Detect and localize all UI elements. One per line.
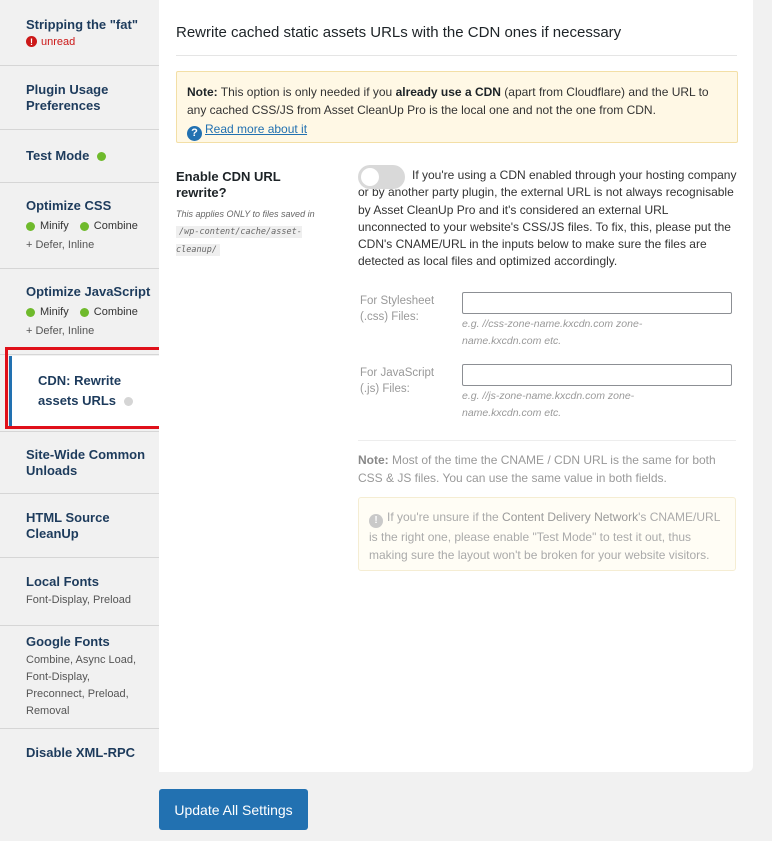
- cdn-rewrite-toggle[interactable]: [358, 165, 405, 189]
- note2-text: Most of the time the CNAME / CDN URL is …: [358, 453, 716, 485]
- feature-combine: Combine: [79, 304, 138, 321]
- cdn-rewrite-label: CDN: Rewrite assets URLs: [38, 373, 122, 408]
- sidebar-item-label: Optimize JavaScript: [26, 283, 151, 299]
- info-bold: Content Delivery Network: [502, 510, 639, 524]
- note-bold: already use a CDN: [395, 85, 501, 99]
- sidebar-item-site-wide-unloads[interactable]: Site-Wide Common Unloads: [0, 431, 159, 494]
- sidebar-item-local-fonts[interactable]: Local Fonts Font-Display, Preload: [0, 558, 159, 626]
- read-more-row: ? Read more about it: [187, 120, 727, 141]
- sidebar-item-label: Local Fonts: [26, 574, 99, 589]
- sidebar-item-test-mode[interactable]: Test Mode: [0, 130, 159, 183]
- cache-path-code: /wp-content/cache/asset-cleanup/: [176, 226, 302, 256]
- js-cdn-input[interactable]: [462, 364, 732, 386]
- sidebar-item-label: Optimize CSS: [26, 197, 112, 213]
- sidebar-item-disable-xmlrpc[interactable]: Disable XML-RPC: [0, 729, 159, 777]
- js-cdn-hint: e.g. //js-zone-name.kxcdn.com zone-name.…: [462, 390, 635, 419]
- divider: [358, 440, 736, 441]
- note-label: Note:: [187, 85, 218, 99]
- test-mode-info-box: ! If you're unsure if the Content Deliver…: [358, 497, 736, 571]
- sidebar-item-optimize-js[interactable]: Optimize JavaScript Minify Combine + Def…: [0, 269, 159, 355]
- cdn-note-box: Note: This option is only needed if you …: [176, 71, 738, 143]
- divider: [176, 55, 737, 56]
- js-cdn-label: For JavaScript (.js) Files:: [360, 367, 435, 395]
- cdn-rewrite-field-label: Enable CDN URL rewrite?: [176, 169, 281, 200]
- sidebar-item-google-fonts[interactable]: Google Fonts Combine, Async Load, Font-D…: [0, 626, 159, 729]
- feature-combine: Combine: [79, 218, 138, 235]
- status-dot-green: [96, 152, 106, 162]
- sidebar-item-sub: Font-Display, Preload: [26, 594, 131, 606]
- settings-panel: Rewrite cached static assets URLs with t…: [159, 0, 753, 772]
- sidebar-item-label: Disable XML-RPC: [26, 745, 136, 760]
- sidebar-item-label: Google Fonts: [26, 634, 110, 649]
- unread-label: unread: [41, 35, 76, 48]
- sidebar-item-sub: + Defer, Inline: [26, 238, 95, 251]
- status-dot-grey: [123, 397, 133, 407]
- status-dot-green: [79, 221, 89, 231]
- info-icon: !: [369, 514, 383, 528]
- same-value-note: Note: Most of the time the CNAME / CDN U…: [358, 451, 738, 487]
- sidebar-item-label: HTML Source CleanUp: [26, 509, 110, 541]
- status-dot-green: [26, 307, 35, 317]
- note2-label: Note:: [358, 453, 389, 467]
- feature-list: Minify Combine: [26, 218, 151, 237]
- sidebar-item-cdn-rewrite[interactable]: CDN: Rewrite assets URLs: [9, 356, 161, 426]
- sidebar-item-html-cleanup[interactable]: HTML Source CleanUp: [0, 494, 159, 558]
- css-cdn-input[interactable]: [462, 292, 732, 314]
- feature-label: Combine: [93, 219, 138, 232]
- status-dot-green: [79, 307, 89, 317]
- page-title: Rewrite cached static assets URLs with t…: [176, 24, 622, 41]
- test-mode-label: Test Mode: [26, 148, 90, 163]
- css-cdn-hint: e.g. //css-zone-name.kxcdn.com zone-name…: [462, 318, 643, 347]
- toggle-knob: [361, 168, 379, 186]
- sidebar-item-plugin-usage[interactable]: Plugin Usage Preferences: [0, 66, 159, 130]
- alert-icon: !: [26, 36, 37, 47]
- feature-label: Minify: [40, 219, 69, 232]
- sidebar-item-stripping-fat[interactable]: Stripping the "fat" ! unread: [0, 0, 159, 66]
- sidebar-item-sub: + Defer, Inline: [26, 324, 95, 337]
- feature-label: Combine: [93, 305, 138, 318]
- css-cdn-label: For Stylesheet (.css) Files:: [360, 295, 435, 323]
- sidebar-item-optimize-css[interactable]: Optimize CSS Minify Combine + Defer, Inl…: [0, 183, 159, 269]
- cdn-rewrite-label-column: Enable CDN URL rewrite? This applies ONL…: [176, 169, 316, 259]
- read-more-link[interactable]: Read more about it: [205, 122, 307, 136]
- help-icon[interactable]: ?: [187, 125, 202, 141]
- feature-minify: Minify: [26, 304, 69, 321]
- sidebar-item-sub: Combine, Async Load, Font-Display, Preco…: [26, 654, 137, 717]
- unread-badge: ! unread: [26, 35, 151, 49]
- settings-sidebar: Stripping the "fat" ! unread Plugin Usag…: [0, 0, 161, 777]
- update-all-settings-button[interactable]: Update All Settings: [159, 789, 308, 830]
- info-text: If you're unsure if the: [387, 510, 503, 524]
- feature-label: Minify: [40, 305, 69, 318]
- sub-prefix: This applies ONLY to files saved in: [176, 209, 315, 219]
- status-dot-green: [26, 221, 35, 231]
- feature-list: Minify Combine: [26, 304, 151, 323]
- sidebar-item-label: Site-Wide Common Unloads: [26, 446, 146, 478]
- cdn-rewrite-field-sub: This applies ONLY to files saved in /wp-…: [176, 206, 316, 259]
- sidebar-item-label: Stripping the "fat": [26, 16, 138, 32]
- sidebar-item-label: Test Mode: [26, 148, 151, 164]
- note-text: This option is only needed if you: [217, 85, 396, 99]
- sidebar-item-label: CDN: Rewrite assets URLs: [35, 371, 153, 411]
- cdn-rewrite-description: If you're using a CDN enabled through yo…: [358, 168, 737, 269]
- sidebar-item-label: Plugin Usage Preferences: [26, 81, 109, 113]
- feature-minify: Minify: [26, 218, 69, 235]
